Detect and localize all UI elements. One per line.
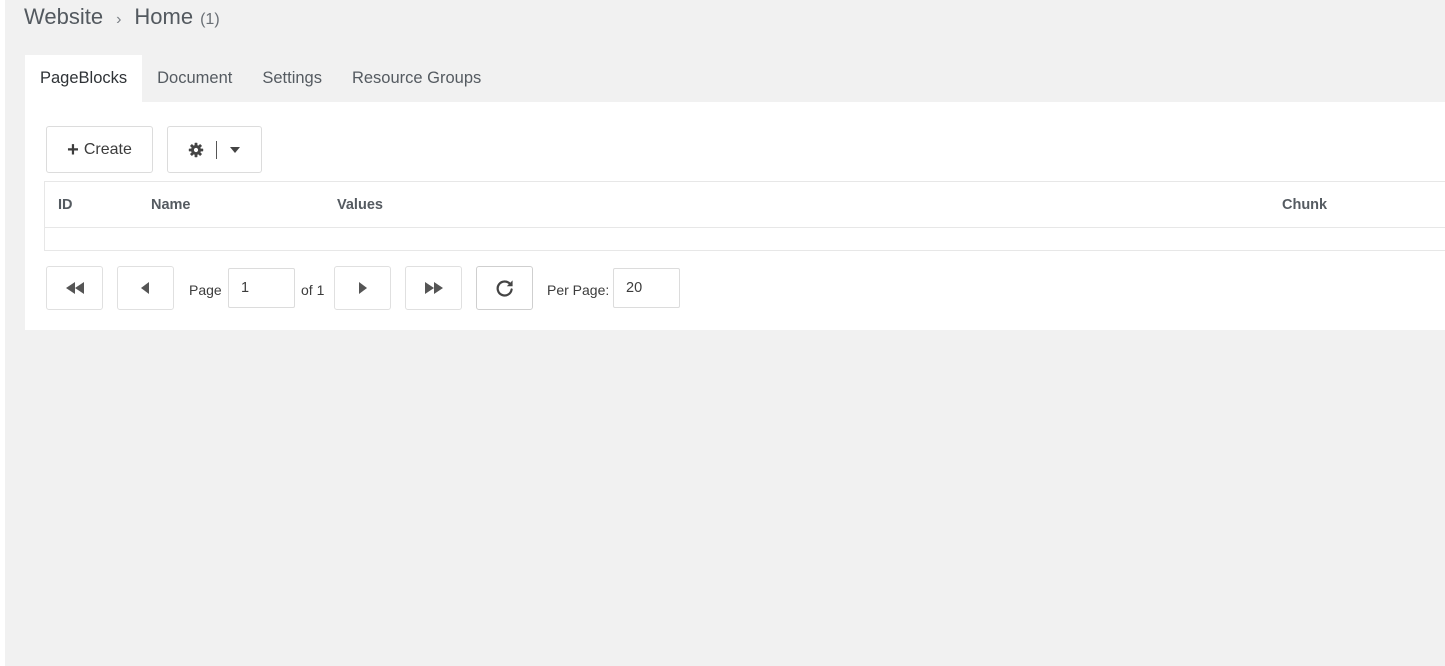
per-page-label: Per Page: [547, 282, 610, 298]
page-count: (1) [200, 11, 220, 28]
per-page-input[interactable] [613, 268, 680, 308]
page-background: Website › Home (1) PageBlocks Document S… [5, 0, 1445, 666]
breadcrumb: Website › Home (1) [24, 4, 220, 32]
tab-document[interactable]: Document [142, 55, 247, 102]
refresh-icon [495, 278, 515, 298]
column-header-id[interactable]: ID [58, 182, 73, 227]
caret-down-icon[interactable] [229, 146, 241, 154]
gear-icon [188, 142, 204, 158]
column-header-chunk[interactable]: Chunk [1282, 182, 1327, 227]
settings-menu-button[interactable] [167, 126, 262, 173]
column-header-name[interactable]: Name [151, 182, 191, 227]
triangle-left-icon [141, 282, 150, 294]
breadcrumb-separator-icon: › [116, 11, 122, 28]
page-title: Home [134, 4, 194, 29]
first-page-button[interactable] [46, 266, 103, 310]
tab-resource-groups[interactable]: Resource Groups [337, 55, 496, 102]
double-right-icon [424, 282, 443, 294]
next-page-button[interactable] [334, 266, 391, 310]
button-divider [216, 140, 217, 159]
pageblocks-grid: ID Name Values Chunk [44, 181, 1445, 251]
create-button-label: Create [83, 140, 132, 158]
plus-icon: + [67, 138, 79, 161]
double-left-icon [65, 282, 84, 294]
pageblocks-panel: + Create ID Name Values Chunk Page 1 of … [25, 102, 1445, 330]
page-label: Page [189, 282, 222, 298]
create-button[interactable]: + Create [46, 126, 153, 173]
tab-settings[interactable]: Settings [247, 55, 337, 102]
last-page-button[interactable] [405, 266, 462, 310]
page-number-input[interactable] [228, 268, 295, 308]
tab-bar: PageBlocks Document Settings Resource Gr… [25, 55, 496, 102]
triangle-right-icon [358, 282, 367, 294]
page-total-label: of 1 [301, 282, 325, 298]
refresh-button[interactable] [476, 266, 533, 310]
tab-pageblocks[interactable]: PageBlocks [25, 55, 143, 102]
previous-page-button[interactable] [117, 266, 174, 310]
breadcrumb-root[interactable]: Website [24, 4, 103, 30]
grid-header: ID Name Values Chunk [45, 182, 1445, 228]
column-header-values[interactable]: Values [337, 182, 383, 227]
